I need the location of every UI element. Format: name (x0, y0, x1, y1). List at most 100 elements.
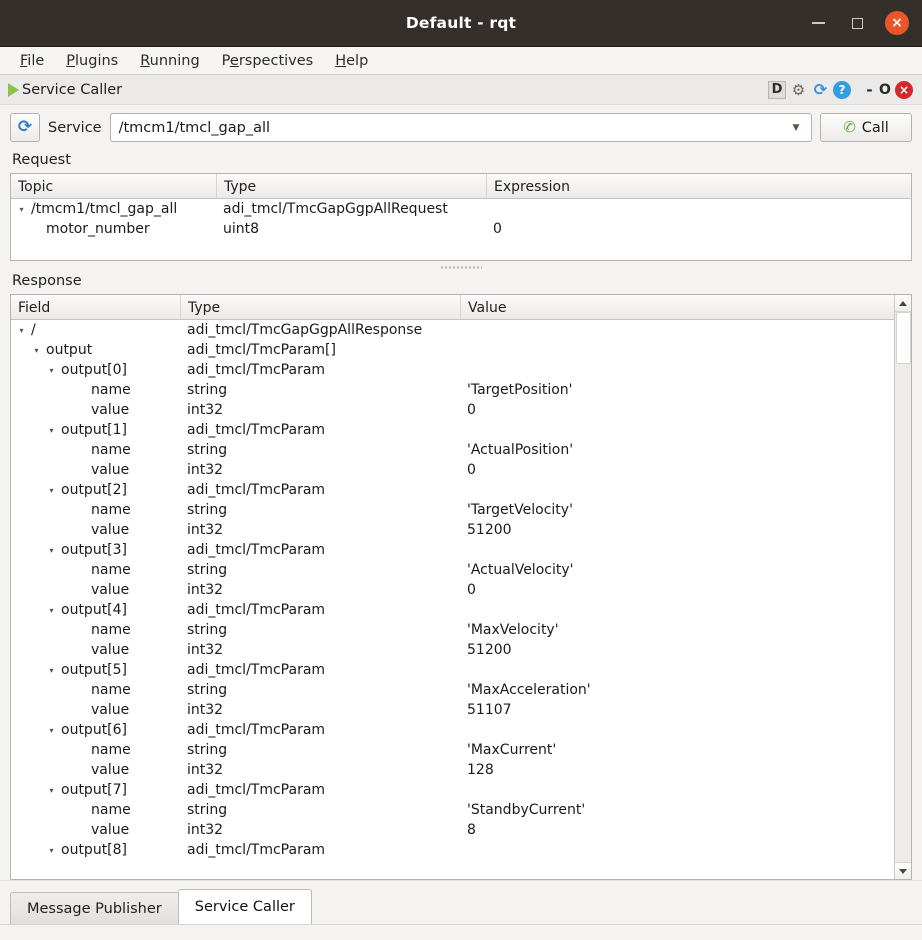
menu-help[interactable]: Help (324, 51, 379, 71)
minimize-icon[interactable]: - (864, 80, 875, 99)
table-row[interactable]: ▾output[2]adi_tmcl/TmcParam (11, 480, 894, 500)
response-col-value[interactable]: Value (461, 295, 894, 319)
table-row[interactable]: ▾valueint3251107 (11, 700, 894, 720)
table-row[interactable]: ▾/tmcm1/tmcl_gap_alladi_tmcl/TmcGapGgpAl… (11, 199, 911, 219)
menu-perspectives[interactable]: Perspectives (211, 51, 325, 71)
table-row[interactable]: ▾namestring'ActualPosition' (11, 440, 894, 460)
scroll-up-button[interactable] (895, 295, 912, 312)
tree-twisty-icon[interactable]: ▾ (15, 326, 28, 335)
tree-node-label: name (91, 442, 131, 458)
request-response-splitter[interactable] (10, 261, 912, 273)
tree-twisty-icon[interactable]: ▾ (45, 486, 58, 495)
table-row[interactable]: ▾namestring'MaxAcceleration' (11, 680, 894, 700)
request-col-type[interactable]: Type (217, 174, 487, 198)
tree-twisty-icon[interactable]: ▾ (45, 666, 58, 675)
scrollbar-thumb[interactable] (896, 312, 911, 364)
table-cell-value: 'MaxVelocity' (461, 622, 894, 638)
tree-node-label: value (91, 522, 129, 538)
table-row[interactable]: ▾output[6]adi_tmcl/TmcParam (11, 720, 894, 740)
tab-service-caller[interactable]: Service Caller (178, 889, 312, 924)
table-row[interactable]: ▾output[4]adi_tmcl/TmcParam (11, 600, 894, 620)
refresh-services-button[interactable]: ⟳ (10, 113, 40, 142)
tree-twisty-icon[interactable]: ▾ (45, 786, 58, 795)
rqt-main-window: Default - rqt × File Plugins Running Per… (0, 0, 922, 940)
table-row[interactable]: ▾output[5]adi_tmcl/TmcParam (11, 660, 894, 680)
menu-running[interactable]: Running (129, 51, 210, 71)
maximize-window-button[interactable] (846, 12, 868, 34)
table-row[interactable]: ▾output[3]adi_tmcl/TmcParam (11, 540, 894, 560)
service-selection-row: ⟳ Service /tmcm1/tmcl_gap_all ▼ ✆ Call (10, 113, 912, 142)
table-cell-field: ▾value (11, 762, 181, 778)
request-col-topic[interactable]: Topic (11, 174, 217, 198)
table-cell-field: ▾/ (11, 322, 181, 338)
table-cell-expression[interactable]: 0 (487, 221, 911, 237)
tree-twisty-icon[interactable]: ▾ (45, 606, 58, 615)
settings-gear-icon[interactable]: ⚙ (789, 80, 808, 99)
table-row[interactable]: ▾output[1]adi_tmcl/TmcParam (11, 420, 894, 440)
table-row[interactable]: ▾valueint320 (11, 400, 894, 420)
chevron-up-icon (899, 301, 907, 306)
table-row[interactable]: ▾valueint3251200 (11, 520, 894, 540)
close-window-button[interactable]: × (885, 11, 909, 35)
tree-twisty-icon[interactable]: ▾ (45, 366, 58, 375)
scrollbar-track[interactable] (895, 312, 912, 862)
table-row[interactable]: ▾/adi_tmcl/TmcGapGgpAllResponse (11, 320, 894, 340)
tree-node-label: output[1] (61, 422, 127, 438)
response-vertical-scrollbar[interactable] (894, 295, 911, 879)
table-row[interactable]: ▾motor_numberuint80 (11, 219, 911, 239)
table-row[interactable]: ▾outputadi_tmcl/TmcParam[] (11, 340, 894, 360)
table-row[interactable]: ▾output[0]adi_tmcl/TmcParam (11, 360, 894, 380)
table-row[interactable]: ▾namestring'MaxVelocity' (11, 620, 894, 640)
table-row[interactable]: ▾valueint320 (11, 580, 894, 600)
call-button[interactable]: ✆ Call (820, 113, 912, 142)
tree-twisty-icon[interactable]: ▾ (45, 726, 58, 735)
table-row[interactable]: ▾output[7]adi_tmcl/TmcParam (11, 780, 894, 800)
service-label: Service (48, 120, 102, 136)
table-row[interactable]: ▾namestring'TargetVelocity' (11, 500, 894, 520)
close-icon[interactable]: × (895, 81, 913, 99)
tree-node-label: value (91, 822, 129, 838)
response-col-field[interactable]: Field (11, 295, 181, 319)
tree-twisty-icon[interactable]: ▾ (30, 346, 43, 355)
tree-twisty-icon[interactable]: ▾ (45, 546, 58, 555)
float-icon[interactable]: O (878, 80, 892, 99)
window-controls: × (807, 0, 909, 46)
table-cell-topic: ▾/tmcm1/tmcl_gap_all (11, 201, 217, 217)
menu-file[interactable]: File (14, 51, 55, 71)
table-row[interactable]: ▾namestring'TargetPosition' (11, 380, 894, 400)
table-row[interactable]: ▾namestring'ActualVelocity' (11, 560, 894, 580)
table-cell-type: adi_tmcl/TmcParam (181, 842, 461, 858)
expand-triangle-icon[interactable] (8, 83, 19, 97)
plugin-dock-header: Service Caller D ⚙ ⟳ ? - O × (0, 75, 922, 105)
minimize-window-button[interactable] (807, 12, 829, 34)
dock-d-icon[interactable]: D (768, 81, 786, 99)
table-row[interactable]: ▾valueint328 (11, 820, 894, 840)
table-cell-field: ▾name (11, 502, 181, 518)
tree-twisty-icon[interactable]: ▾ (45, 846, 58, 855)
menu-plugins[interactable]: Plugins (55, 51, 129, 71)
reload-icon[interactable]: ⟳ (811, 80, 830, 99)
scroll-down-button[interactable] (895, 862, 912, 879)
table-row[interactable]: ▾valueint320 (11, 460, 894, 480)
plugin-title: Service Caller (22, 82, 768, 98)
table-row[interactable]: ▾valueint3251200 (11, 640, 894, 660)
table-row[interactable]: ▾namestring'StandbyCurrent' (11, 800, 894, 820)
request-col-expression[interactable]: Expression (487, 174, 911, 198)
tab-message-publisher[interactable]: Message Publisher (10, 892, 179, 924)
table-cell-type: adi_tmcl/TmcParam (181, 362, 461, 378)
chevron-down-icon[interactable]: ▼ (785, 123, 807, 133)
tree-twisty-icon[interactable]: ▾ (15, 205, 28, 214)
service-combobox[interactable]: /tmcm1/tmcl_gap_all ▼ (110, 113, 812, 142)
table-cell-value: 0 (461, 462, 894, 478)
table-row[interactable]: ▾valueint32128 (11, 760, 894, 780)
service-combobox-value: /tmcm1/tmcl_gap_all (119, 120, 785, 136)
service-caller-panel: ⟳ Service /tmcm1/tmcl_gap_all ▼ ✆ Call R… (0, 105, 922, 880)
table-row[interactable]: ▾output[8]adi_tmcl/TmcParam (11, 840, 894, 860)
tree-twisty-icon[interactable]: ▾ (45, 426, 58, 435)
tree-node-label: name (91, 682, 131, 698)
response-col-type[interactable]: Type (181, 295, 461, 319)
table-row[interactable]: ▾namestring'MaxCurrent' (11, 740, 894, 760)
tree-node-label: value (91, 462, 129, 478)
table-cell-type: string (181, 562, 461, 578)
help-icon[interactable]: ? (833, 81, 851, 99)
